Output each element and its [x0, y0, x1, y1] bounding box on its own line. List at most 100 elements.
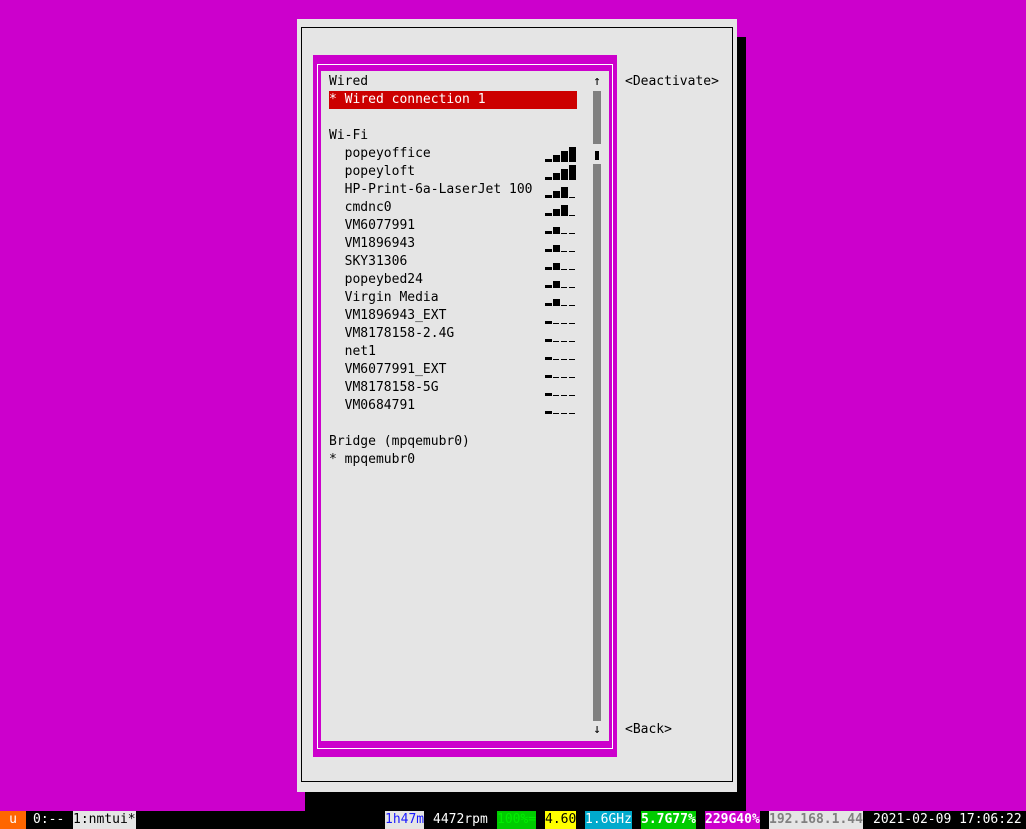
signal-empty	[553, 377, 559, 378]
window-1[interactable]: 1:nmtui*	[73, 811, 136, 829]
signal-empty	[561, 341, 567, 342]
signal-bar	[553, 299, 560, 306]
signal-empty	[561, 305, 567, 306]
signal-bar	[553, 173, 560, 180]
scrollbar-track[interactable]	[593, 91, 601, 721]
signal-strength-icon	[545, 343, 577, 361]
group-header-wired: Wired	[329, 74, 369, 89]
wifi-network-item[interactable]: popeyloft	[329, 163, 415, 181]
load-status: 4.60	[545, 811, 577, 829]
signal-empty	[561, 269, 567, 270]
signal-empty	[553, 395, 559, 396]
wifi-network-item[interactable]: cmdnc0	[329, 199, 392, 217]
signal-empty	[569, 287, 575, 288]
ip-address-status: 192.168.1.44	[769, 811, 863, 829]
signal-bar	[561, 151, 568, 162]
signal-empty	[569, 215, 575, 216]
signal-strength-icon	[545, 325, 577, 343]
battery-status: 100%=	[497, 811, 537, 829]
signal-empty	[553, 359, 559, 360]
signal-empty	[569, 197, 575, 198]
signal-empty	[569, 359, 575, 360]
signal-bar	[545, 159, 552, 162]
signal-strength-icon	[545, 397, 577, 415]
signal-bar	[545, 249, 552, 252]
wifi-network-item[interactable]: VM8178158-2.4G	[329, 325, 455, 343]
signal-bar	[553, 245, 560, 252]
signal-bar	[545, 213, 552, 216]
memory-status: 5.7G77%	[641, 811, 696, 829]
signal-bar	[553, 263, 560, 270]
scrollbar-thumb[interactable]	[595, 151, 599, 160]
signal-empty	[569, 233, 575, 234]
wifi-network-item[interactable]: popeyoffice	[329, 145, 431, 163]
signal-empty	[553, 413, 559, 414]
signal-empty	[569, 395, 575, 396]
signal-bar	[545, 339, 552, 342]
wifi-network-item[interactable]: SKY31306	[329, 253, 408, 271]
signal-bar	[561, 187, 568, 198]
wifi-network-item[interactable]: VM6077991	[329, 217, 415, 235]
wifi-network-item[interactable]: HP-Print-6a-LaserJet 100	[329, 181, 533, 199]
signal-bar	[553, 191, 560, 198]
signal-bar	[545, 267, 552, 270]
deactivate-button[interactable]: <Deactivate>	[625, 73, 719, 91]
signal-bar	[569, 165, 576, 180]
group-header-wifi: Wi-Fi	[329, 128, 369, 143]
session-name[interactable]: u	[0, 811, 26, 829]
scroll-down-arrow-icon[interactable]: ↓	[591, 721, 603, 739]
connection-bridge-mpqemubr0[interactable]: * mpqemubr0	[329, 451, 415, 469]
signal-empty	[569, 251, 575, 252]
signal-strength-icon	[545, 235, 577, 253]
signal-bar	[545, 411, 552, 414]
signal-bar	[553, 281, 560, 288]
signal-empty	[569, 413, 575, 414]
signal-empty	[561, 395, 567, 396]
back-button[interactable]: <Back>	[625, 721, 672, 739]
scroll-up-arrow-icon[interactable]: ↑	[591, 73, 603, 91]
wifi-network-item[interactable]: Virgin Media	[329, 289, 439, 307]
signal-empty	[569, 323, 575, 324]
signal-bar	[545, 393, 552, 396]
uptime-status: 1h47m	[385, 811, 425, 829]
signal-empty	[569, 269, 575, 270]
wifi-network-item[interactable]: VM8178158-5G	[329, 379, 439, 397]
signal-strength-icon	[545, 163, 577, 181]
signal-strength-icon	[545, 271, 577, 289]
signal-bar	[553, 155, 560, 162]
signal-bar	[545, 357, 552, 360]
signal-strength-icon	[545, 307, 577, 325]
wifi-network-item[interactable]: VM1896943	[329, 235, 415, 253]
connection-wired-1[interactable]: * Wired connection 1	[329, 91, 577, 109]
signal-strength-icon	[545, 253, 577, 271]
wifi-network-item[interactable]: VM1896943_EXT	[329, 307, 447, 325]
signal-empty	[561, 323, 567, 324]
signal-empty	[561, 251, 567, 252]
wifi-network-item[interactable]: VM0684791	[329, 397, 415, 415]
signal-bar	[553, 227, 560, 234]
signal-empty	[569, 341, 575, 342]
signal-empty	[569, 377, 575, 378]
signal-bar	[561, 205, 568, 216]
signal-strength-icon	[545, 379, 577, 397]
wifi-network-item[interactable]: net1	[329, 343, 376, 361]
wifi-network-item[interactable]: popeybed24	[329, 271, 423, 289]
signal-empty	[561, 287, 567, 288]
signal-strength-icon	[545, 289, 577, 307]
signal-bar	[561, 169, 568, 180]
cpu-frequency-status: 1.6GHz	[585, 811, 632, 829]
fan-speed-status: 4472rpm	[433, 812, 488, 827]
disk-status: 229G40%	[705, 811, 760, 829]
signal-bar	[553, 209, 560, 216]
signal-bar	[545, 231, 552, 234]
signal-bar	[545, 195, 552, 198]
signal-strength-icon	[545, 217, 577, 235]
signal-empty	[561, 377, 567, 378]
signal-bar	[545, 303, 552, 306]
datetime-status: 2021-02-09 17:06:22	[873, 812, 1022, 827]
window-0[interactable]: 0:--	[33, 811, 64, 829]
signal-bar	[569, 147, 576, 162]
wifi-network-item[interactable]: VM6077991_EXT	[329, 361, 447, 379]
group-header-bridge: Bridge (mpqemubr0)	[329, 434, 470, 449]
signal-empty	[569, 305, 575, 306]
